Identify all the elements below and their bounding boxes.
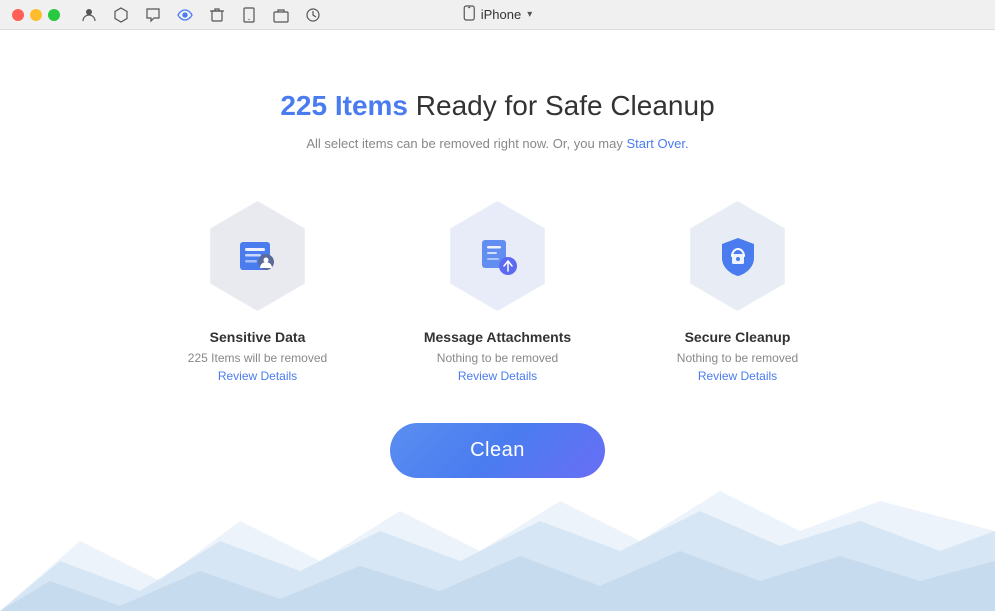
briefcase-icon[interactable] [272,6,290,24]
message-attachments-status: Nothing to be removed [437,351,558,365]
minimize-button[interactable] [30,9,42,21]
stamp-icon[interactable] [112,6,130,24]
clock-icon[interactable] [304,6,322,24]
clean-button[interactable]: Clean [390,423,605,478]
secure-cleanup-icon [712,230,764,282]
device-dropdown-arrow[interactable]: ▾ [527,9,532,20]
tablet-icon[interactable] [240,6,258,24]
secure-cleanup-status: Nothing to be removed [677,351,798,365]
sensitive-data-card: Sensitive Data 225 Items will be removed… [168,201,348,383]
headline: 225 Items Ready for Safe Cleanup [280,90,714,122]
subtitle-prefix: All select items can be removed right no… [306,136,622,151]
toolbar [80,6,322,24]
titlebar: iPhone ▾ [0,0,995,30]
headline-count: 225 Items [280,90,408,121]
device-name: iPhone [481,7,521,22]
sensitive-data-title: Sensitive Data [210,329,306,345]
message-attachments-card: Message Attachments Nothing to be remove… [408,201,588,383]
titlebar-center: iPhone ▾ [463,5,533,24]
person-icon[interactable] [80,6,98,24]
iphone-icon [463,5,475,24]
secure-cleanup-review-link[interactable]: Review Details [698,369,777,383]
cards-row: Sensitive Data 225 Items will be removed… [168,201,828,383]
subtitle: All select items can be removed right no… [306,136,688,151]
sensitive-data-icon-wrapper [203,201,313,311]
message-attachments-icon-wrapper [443,201,553,311]
traffic-lights [12,9,60,21]
start-over-link[interactable]: Start Over. [626,136,688,151]
maximize-button[interactable] [48,9,60,21]
sensitive-data-icon [232,230,284,282]
close-button[interactable] [12,9,24,21]
secure-cleanup-icon-wrapper [683,201,793,311]
main-content: 225 Items Ready for Safe Cleanup All sel… [0,30,995,478]
eye-icon[interactable] [176,6,194,24]
headline-rest: Ready for Safe Cleanup [416,90,715,121]
message-attachments-title: Message Attachments [424,329,571,345]
trash-icon[interactable] [208,6,226,24]
secure-cleanup-card: Secure Cleanup Nothing to be removed Rev… [648,201,828,383]
message-icon[interactable] [144,6,162,24]
secure-cleanup-title: Secure Cleanup [685,329,791,345]
sensitive-data-status: 225 Items will be removed [188,351,327,365]
sensitive-data-review-link[interactable]: Review Details [218,369,297,383]
message-attachments-review-link[interactable]: Review Details [458,369,537,383]
message-attachments-icon [472,230,524,282]
